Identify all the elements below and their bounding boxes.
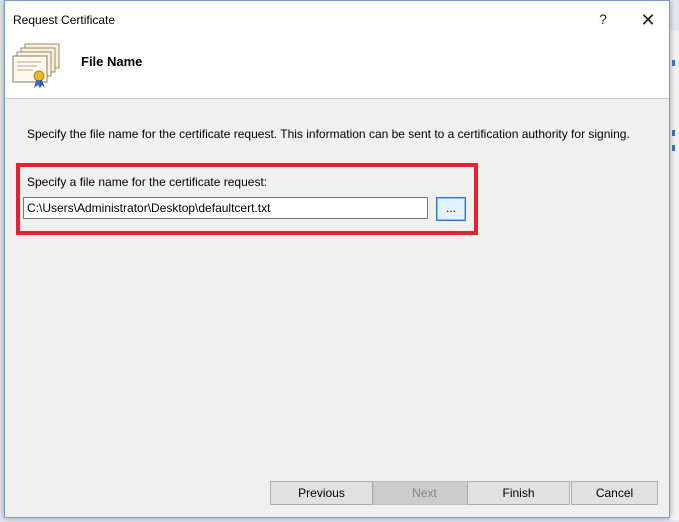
background-marker: [672, 145, 675, 151]
cancel-button[interactable]: Cancel: [571, 481, 658, 505]
help-button[interactable]: ?: [593, 9, 613, 29]
file-name-label: Specify a file name for the certificate …: [27, 175, 268, 189]
next-button[interactable]: Next: [373, 481, 476, 505]
close-button[interactable]: ✕: [635, 7, 661, 33]
request-certificate-dialog: Request Certificate ? ✕ File Name Specif…: [4, 0, 670, 518]
background-marker: [672, 60, 675, 66]
description-text: Specify the file name for the certificat…: [27, 127, 630, 141]
background-marker: [672, 130, 675, 136]
finish-button[interactable]: Finish: [467, 481, 570, 505]
title-bar: Request Certificate ? ✕: [5, 1, 669, 38]
wizard-header: File Name: [5, 38, 669, 99]
browse-button[interactable]: ...: [436, 197, 466, 221]
previous-button[interactable]: Previous: [270, 481, 373, 505]
certificate-icon: [12, 43, 60, 88]
file-name-input[interactable]: [23, 197, 428, 219]
window-title: Request Certificate: [13, 13, 116, 27]
page-title: File Name: [81, 54, 143, 69]
